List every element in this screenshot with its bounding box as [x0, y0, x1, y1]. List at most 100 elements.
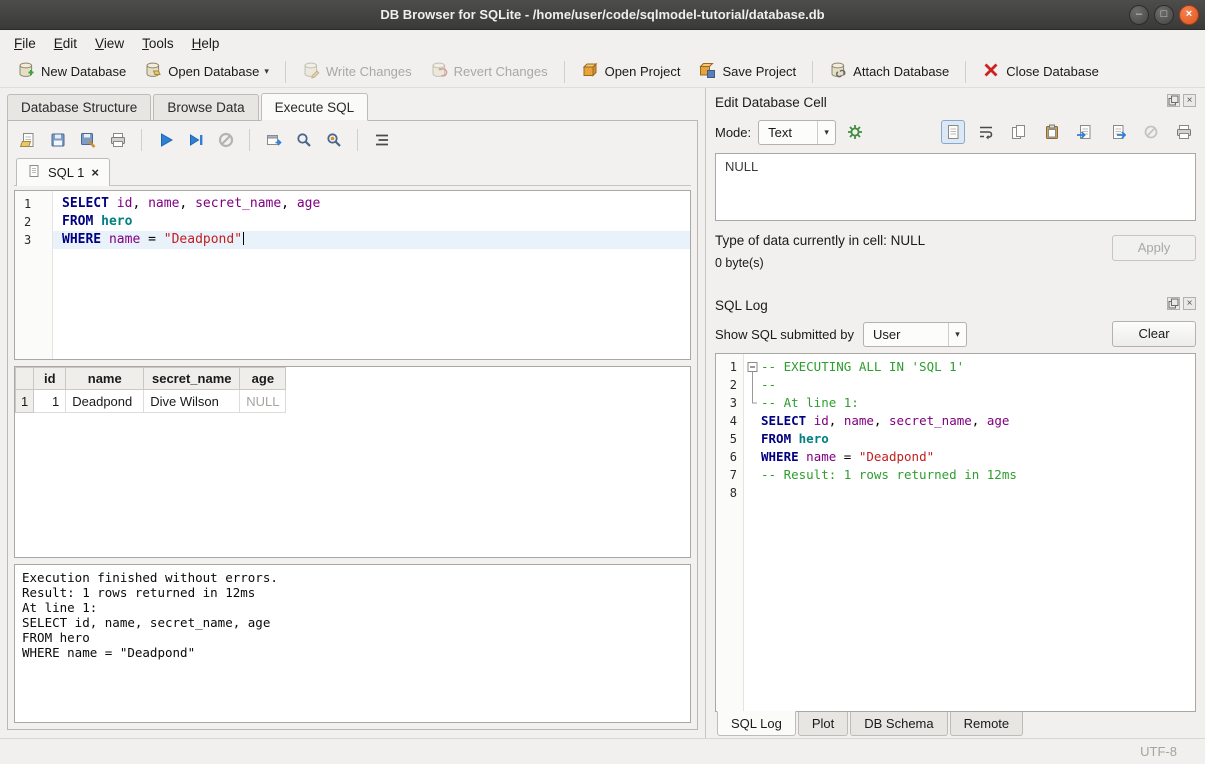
export-data-icon[interactable] [1106, 120, 1130, 144]
close-button[interactable]: × [1179, 5, 1199, 25]
fold-spacer [744, 466, 761, 484]
menu-edit[interactable]: Edit [45, 32, 86, 55]
close-icon[interactable]: × [1183, 94, 1196, 107]
titlebar[interactable]: DB Browser for SQLite - /home/user/code/… [0, 0, 1205, 30]
editor-line: FROM hero [53, 213, 690, 231]
column-header-name[interactable]: name [66, 368, 144, 390]
sql-log-title: SQL Log [715, 298, 768, 313]
close-tab-icon[interactable]: × [91, 165, 99, 180]
dock-tab-remote[interactable]: Remote [950, 712, 1024, 736]
dock-tab-plot[interactable]: Plot [798, 712, 848, 736]
dock-tab-db-schema[interactable]: DB Schema [850, 712, 947, 736]
toolbar-button-label: Attach Database [853, 64, 949, 79]
corner-header [16, 368, 34, 390]
chevron-down-icon: ▾ [264, 66, 269, 77]
log-line-number: 7 [716, 466, 743, 484]
tab-browse-data[interactable]: Browse Data [153, 94, 258, 120]
log-filter-label: Show SQL submitted by [715, 327, 854, 342]
import-data-icon[interactable] [1073, 120, 1097, 144]
log-filter-value: User [864, 327, 948, 342]
apply-button[interactable]: Apply [1112, 235, 1196, 261]
open-project-button[interactable]: Open Project [572, 58, 690, 85]
format-sql-icon[interactable] [368, 127, 395, 153]
menu-tools[interactable]: Tools [133, 32, 183, 55]
set-null-icon[interactable] [1139, 120, 1163, 144]
find-icon[interactable] [290, 127, 317, 153]
table-cell[interactable]: NULL [240, 390, 286, 413]
save-project-button[interactable]: Save Project [689, 58, 805, 85]
float-icon[interactable] [1167, 94, 1180, 107]
open-sql-file-icon[interactable] [14, 127, 41, 153]
paste-icon[interactable] [1040, 120, 1064, 144]
log-line: SELECT id, name, secret_name, age [744, 412, 1195, 430]
print-icon[interactable] [1172, 120, 1196, 144]
menu-file[interactable]: File [5, 32, 45, 55]
log-line-number: 3 [716, 394, 743, 412]
revert-changes-button[interactable]: Revert Changes [421, 58, 557, 85]
cell-editor[interactable]: NULL [715, 153, 1196, 221]
execute-current-line-icon[interactable] [182, 127, 209, 153]
dock-tab-bar: SQL LogPlotDB SchemaRemote [715, 712, 1196, 738]
open-database-button[interactable]: Open Database▾ [135, 58, 278, 85]
save-sql-file-icon[interactable] [44, 127, 71, 153]
word-wrap-icon[interactable] [974, 120, 998, 144]
table-cell[interactable]: 1 [34, 390, 66, 413]
fold-spacer [744, 448, 761, 466]
maximize-button[interactable]: □ [1154, 5, 1174, 25]
sql-tab-bar: SQL 1× [14, 156, 691, 186]
log-filter-select[interactable]: User ▾ [863, 322, 967, 347]
fold-marker-icon[interactable] [744, 358, 761, 376]
toolbar-button-label: Close Database [1006, 64, 1099, 79]
attach-database-icon [829, 61, 847, 82]
stop-execution-icon[interactable] [212, 127, 239, 153]
dock-tab-sql-log[interactable]: SQL Log [717, 711, 796, 736]
log-line-number: 6 [716, 448, 743, 466]
column-header-id[interactable]: id [34, 368, 66, 390]
toolbar-button-label: Revert Changes [454, 64, 548, 79]
gear-icon[interactable] [843, 120, 867, 144]
copy-icon[interactable] [1007, 120, 1031, 144]
sql-editor[interactable]: 123 SELECT id, name, secret_name, ageFRO… [14, 190, 691, 360]
toolbar-button-label: Open Project [605, 64, 681, 79]
open-query-tab-icon[interactable] [260, 127, 287, 153]
editor-line-number: 1 [15, 195, 52, 213]
tab-database-structure[interactable]: Database Structure [7, 94, 151, 120]
text-mode-icon[interactable] [941, 120, 965, 144]
minimize-button[interactable]: – [1129, 5, 1149, 25]
clear-log-button[interactable]: Clear [1112, 321, 1196, 347]
tab-execute-sql[interactable]: Execute SQL [261, 93, 369, 121]
close-database-button[interactable]: Close Database [973, 58, 1108, 85]
main-tab-bar: Database StructureBrowse DataExecute SQL [7, 92, 705, 120]
print-icon[interactable] [104, 127, 131, 153]
table-cell[interactable]: Dive Wilson [144, 390, 240, 413]
new-database-icon [17, 61, 35, 82]
column-header-secret-name[interactable]: secret_name [144, 368, 240, 390]
log-line: -- EXECUTING ALL IN 'SQL 1' [744, 358, 1195, 376]
write-changes-button[interactable]: Write Changes [293, 58, 421, 85]
toolbar-separator [564, 61, 565, 83]
table-cell[interactable]: Deadpond [66, 390, 144, 413]
toolbar-button-label: Save Project [722, 64, 796, 79]
find-replace-icon[interactable] [320, 127, 347, 153]
new-database-button[interactable]: New Database [8, 58, 135, 85]
execute-all-icon[interactable] [152, 127, 179, 153]
mode-select[interactable]: Text ▾ [758, 120, 836, 145]
sql-log-view[interactable]: 12345678 -- EXECUTING ALL IN 'SQL 1'----… [715, 353, 1196, 712]
log-line-number: 2 [716, 376, 743, 394]
toolbar-separator [249, 129, 250, 151]
save-sql-file-as-icon[interactable] [74, 127, 101, 153]
menu-view[interactable]: View [86, 32, 133, 55]
toolbar-button-label: Write Changes [326, 64, 412, 79]
editor-code-area[interactable]: SELECT id, name, secret_name, ageFROM he… [53, 191, 690, 359]
right-dock: Edit Database Cell × Mode: Text ▾ NULL T… [705, 88, 1205, 738]
column-header-age[interactable]: age [240, 368, 286, 390]
cell-content: NULL [716, 154, 767, 220]
attach-database-button[interactable]: Attach Database [820, 58, 958, 85]
editor-line-numbers: 123 [15, 191, 53, 359]
menu-help[interactable]: Help [183, 32, 229, 55]
fold-spacer [744, 412, 761, 430]
cell-info: Type of data currently in cell: NULL 0 b… [715, 233, 1196, 281]
close-icon[interactable]: × [1183, 297, 1196, 310]
float-icon[interactable] [1167, 297, 1180, 310]
sql-tab-sql-1[interactable]: SQL 1× [16, 158, 110, 186]
